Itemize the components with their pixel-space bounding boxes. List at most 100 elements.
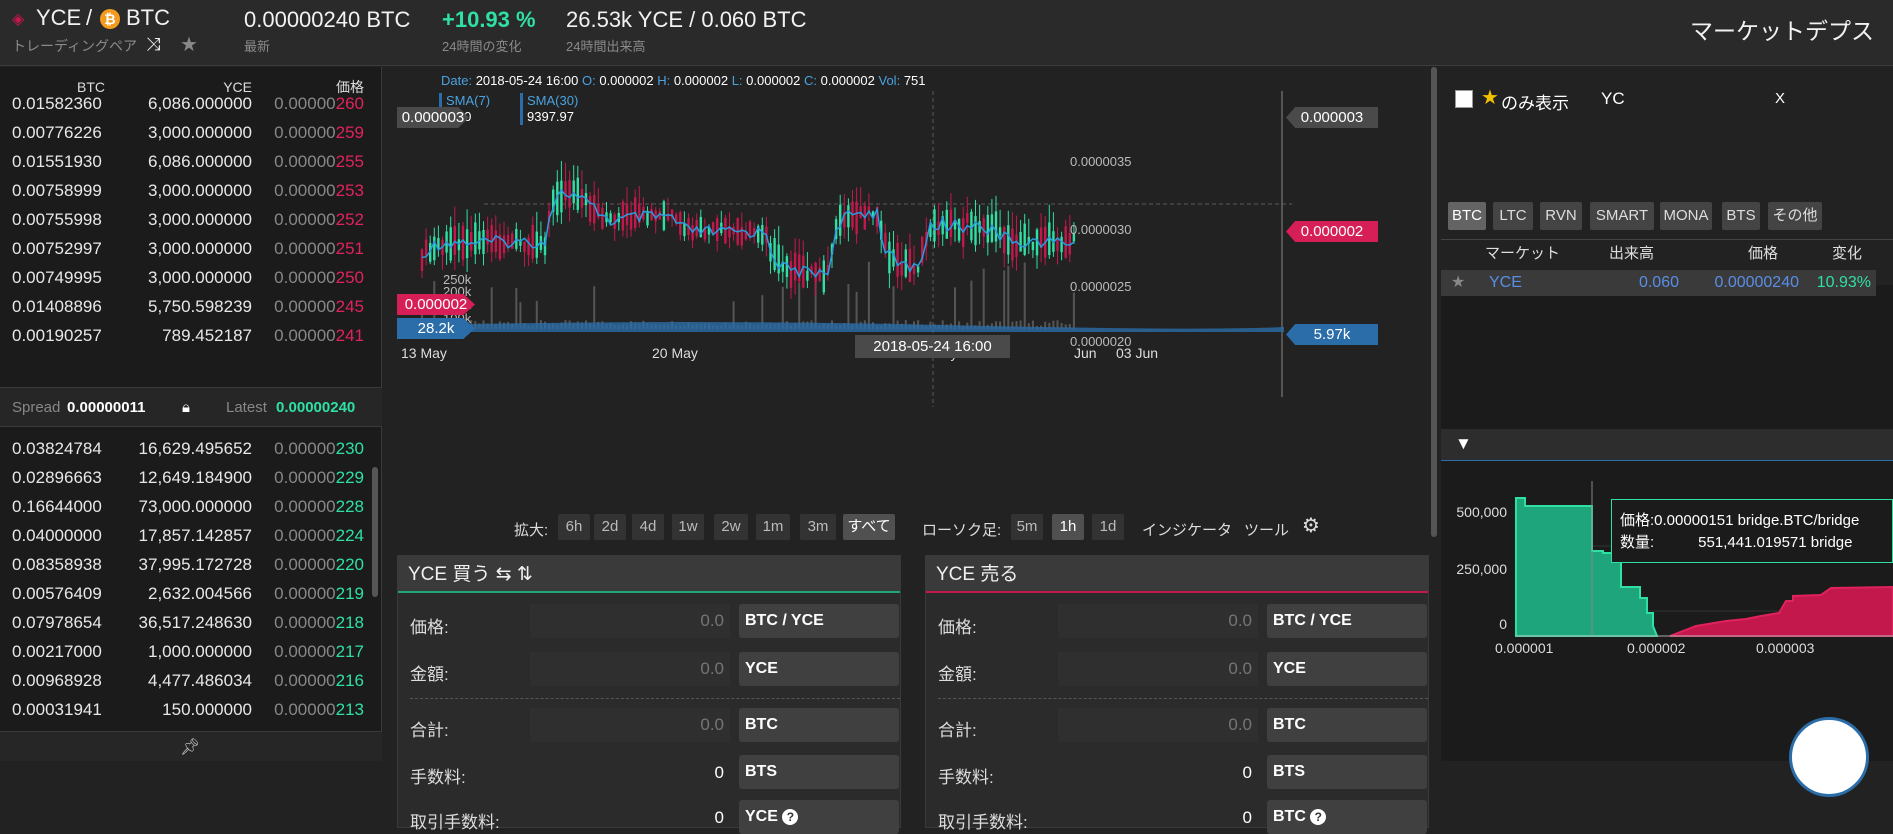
candles-layer: [420, 160, 1076, 300]
candle-interval-button[interactable]: 1d: [1092, 514, 1124, 540]
sell-fee-unit[interactable]: BTS: [1267, 755, 1427, 789]
zoom-button[interactable]: 3m: [800, 514, 836, 540]
lock-icon[interactable]: 🔒︎: [182, 388, 190, 428]
market-tab[interactable]: BTS: [1722, 202, 1760, 230]
depth-toggle-icon[interactable]: ▼: [1455, 434, 1472, 454]
candle-body: [580, 188, 584, 208]
bid-price-dim: 0.00000: [274, 555, 336, 574]
spread-label: Spread: [12, 399, 61, 416]
clear-search-button[interactable]: X: [1775, 90, 1785, 107]
zoom-button[interactable]: 2w: [714, 514, 748, 540]
pair-quote[interactable]: YCE: [36, 5, 81, 31]
bid-price-dim: 0.00000: [274, 497, 336, 516]
orderbook-row[interactable]: 0.03824784 16,629.495652 0.00000230: [0, 434, 372, 463]
orderbook-row[interactable]: 0.02896663 12,649.184900 0.00000229: [0, 463, 372, 492]
candle-body: [785, 256, 789, 277]
orderbook-row[interactable]: 0.00758999 3,000.000000 0.00000253: [0, 176, 372, 205]
orderbook-footer: 📌︎: [0, 731, 382, 761]
buy-fee-unit[interactable]: BTS: [739, 755, 899, 789]
candle-body: [494, 230, 497, 252]
orderbook-row[interactable]: 0.07978654 36,517.248630 0.00000218: [0, 608, 372, 637]
ask-price: 0.00000252: [274, 205, 364, 234]
buy-total-label: 合計:: [410, 721, 449, 740]
indicators-button[interactable]: インジケータ: [1142, 519, 1232, 540]
row-star-icon[interactable]: ★: [1451, 270, 1465, 296]
orderbook-row[interactable]: 0.01551930 6,086.000000 0.00000255: [0, 147, 372, 176]
buy-price-input[interactable]: [530, 604, 730, 638]
orderbook-row[interactable]: 0.00755998 3,000.000000 0.00000252: [0, 205, 372, 234]
clock-widget-icon[interactable]: [1789, 717, 1869, 797]
market-tab[interactable]: BTC: [1448, 202, 1486, 230]
candle-body: [986, 214, 989, 243]
orderbook-row[interactable]: 0.00776226 3,000.000000 0.00000259: [0, 118, 372, 147]
header-bar: ◈ YCE / ₿ BTC トレーディングペア ⤨ ★ 0.00000240 B…: [0, 0, 1893, 66]
sell-total-input[interactable]: [1058, 708, 1258, 742]
market-row[interactable]: ★ YCE 0.060 0.00000240 10.93%: [1441, 270, 1876, 296]
tooltip-price: 0.00000151 bridge.BTC/bridge: [1654, 512, 1860, 529]
buy-amount-input[interactable]: [530, 652, 730, 686]
market-tab[interactable]: その他: [1768, 202, 1822, 230]
pin-icon[interactable]: 📌︎: [180, 737, 200, 757]
buy-total-input[interactable]: [530, 708, 730, 742]
candle-interval-button[interactable]: 1h: [1052, 514, 1084, 540]
zoom-button[interactable]: 2d: [594, 514, 626, 540]
orderbook-row[interactable]: 0.01582360 6,086.000000 0.00000260: [0, 89, 372, 118]
bid-yce: 17,857.142857: [138, 526, 252, 545]
center-scrollbar[interactable]: [1431, 67, 1437, 537]
ask-btc: 0.00749995: [12, 268, 102, 287]
orderbook-row[interactable]: 0.00190257 789.452187 0.00000241: [0, 321, 372, 350]
help-icon[interactable]: ?: [782, 809, 799, 825]
zoom-button[interactable]: 1m: [756, 514, 790, 540]
zoom-button[interactable]: 1w: [672, 514, 704, 540]
sell-amount-input[interactable]: [1058, 652, 1258, 686]
star-only-checkbox[interactable]: [1455, 90, 1473, 108]
help-icon[interactable]: ?: [1310, 809, 1327, 825]
orderbook-scrollbar[interactable]: [372, 467, 378, 597]
candle-body: [449, 227, 452, 261]
ask-yce: 6,086.000000: [148, 94, 252, 113]
candle-body: [531, 224, 534, 259]
ask-price-dim: 0.00000: [274, 268, 336, 287]
ask-price: 0.00000251: [274, 234, 364, 263]
market-tab[interactable]: SMART: [1590, 202, 1654, 230]
buy-mfee-unit-text: YCE: [745, 808, 778, 825]
ask-btc: 0.01582360: [12, 94, 102, 113]
market-search-input[interactable]: YC: [1601, 89, 1765, 109]
market-tab[interactable]: MONA: [1660, 202, 1712, 230]
orderbook-row[interactable]: 0.00968928 4,477.486034 0.00000216: [0, 666, 372, 695]
x-tick: 13 May: [401, 345, 447, 361]
market-tab[interactable]: RVN: [1540, 202, 1582, 230]
ask-btc: 0.00776226: [12, 123, 102, 142]
tools-button[interactable]: ツール: [1244, 519, 1289, 540]
zoom-button[interactable]: 6h: [558, 514, 590, 540]
orderbook-row[interactable]: 0.00031941 150.000000 0.00000213: [0, 695, 372, 724]
star-icon[interactable]: ★: [180, 32, 198, 57]
candle-interval-button[interactable]: 5m: [1011, 514, 1043, 540]
sell-price-input[interactable]: [1058, 604, 1258, 638]
settings-gear-icon[interactable]: ⚙: [1302, 513, 1320, 538]
orderbook-row[interactable]: 0.00752997 3,000.000000 0.00000251: [0, 234, 372, 263]
candle-body: [593, 195, 596, 224]
candle-body: [789, 261, 793, 288]
depth-toggle-bar[interactable]: ▼: [1441, 429, 1893, 461]
sell-fee-label: 手数料:: [938, 768, 994, 787]
orderbook-row[interactable]: 0.01408896 5,750.598239 0.00000245: [0, 292, 372, 321]
orderbook-row[interactable]: 0.04000000 17,857.142857 0.00000224: [0, 521, 372, 550]
orderbook-row[interactable]: 0.00217000 1,000.000000 0.00000217: [0, 637, 372, 666]
candle-body: [994, 211, 998, 242]
ask-price-dim: 0.00000: [274, 297, 336, 316]
orderbook-row[interactable]: 0.00749995 3,000.000000 0.00000250: [0, 263, 372, 292]
sell-divider: [938, 698, 1428, 699]
depth-x-tick: 0.000003: [1756, 640, 1815, 656]
pair-base[interactable]: BTC: [126, 5, 170, 31]
sell-mfee-label: 取引手数料:: [938, 813, 1028, 832]
bid-price-dim: 0.00000: [274, 439, 336, 458]
orderbook-row[interactable]: 0.08358938 37,995.172728 0.00000220: [0, 550, 372, 579]
orderbook-row[interactable]: 0.16644000 73,000.000000 0.00000228: [0, 492, 372, 521]
zoom-button[interactable]: 4d: [632, 514, 664, 540]
market-tab[interactable]: LTC: [1493, 202, 1533, 230]
shuffle-icon[interactable]: ⤨: [146, 34, 160, 55]
zoom-button[interactable]: すべて: [843, 514, 895, 540]
volume-bar: [798, 282, 801, 329]
orderbook-row[interactable]: 0.00576409 2,632.004566 0.00000219: [0, 579, 372, 608]
